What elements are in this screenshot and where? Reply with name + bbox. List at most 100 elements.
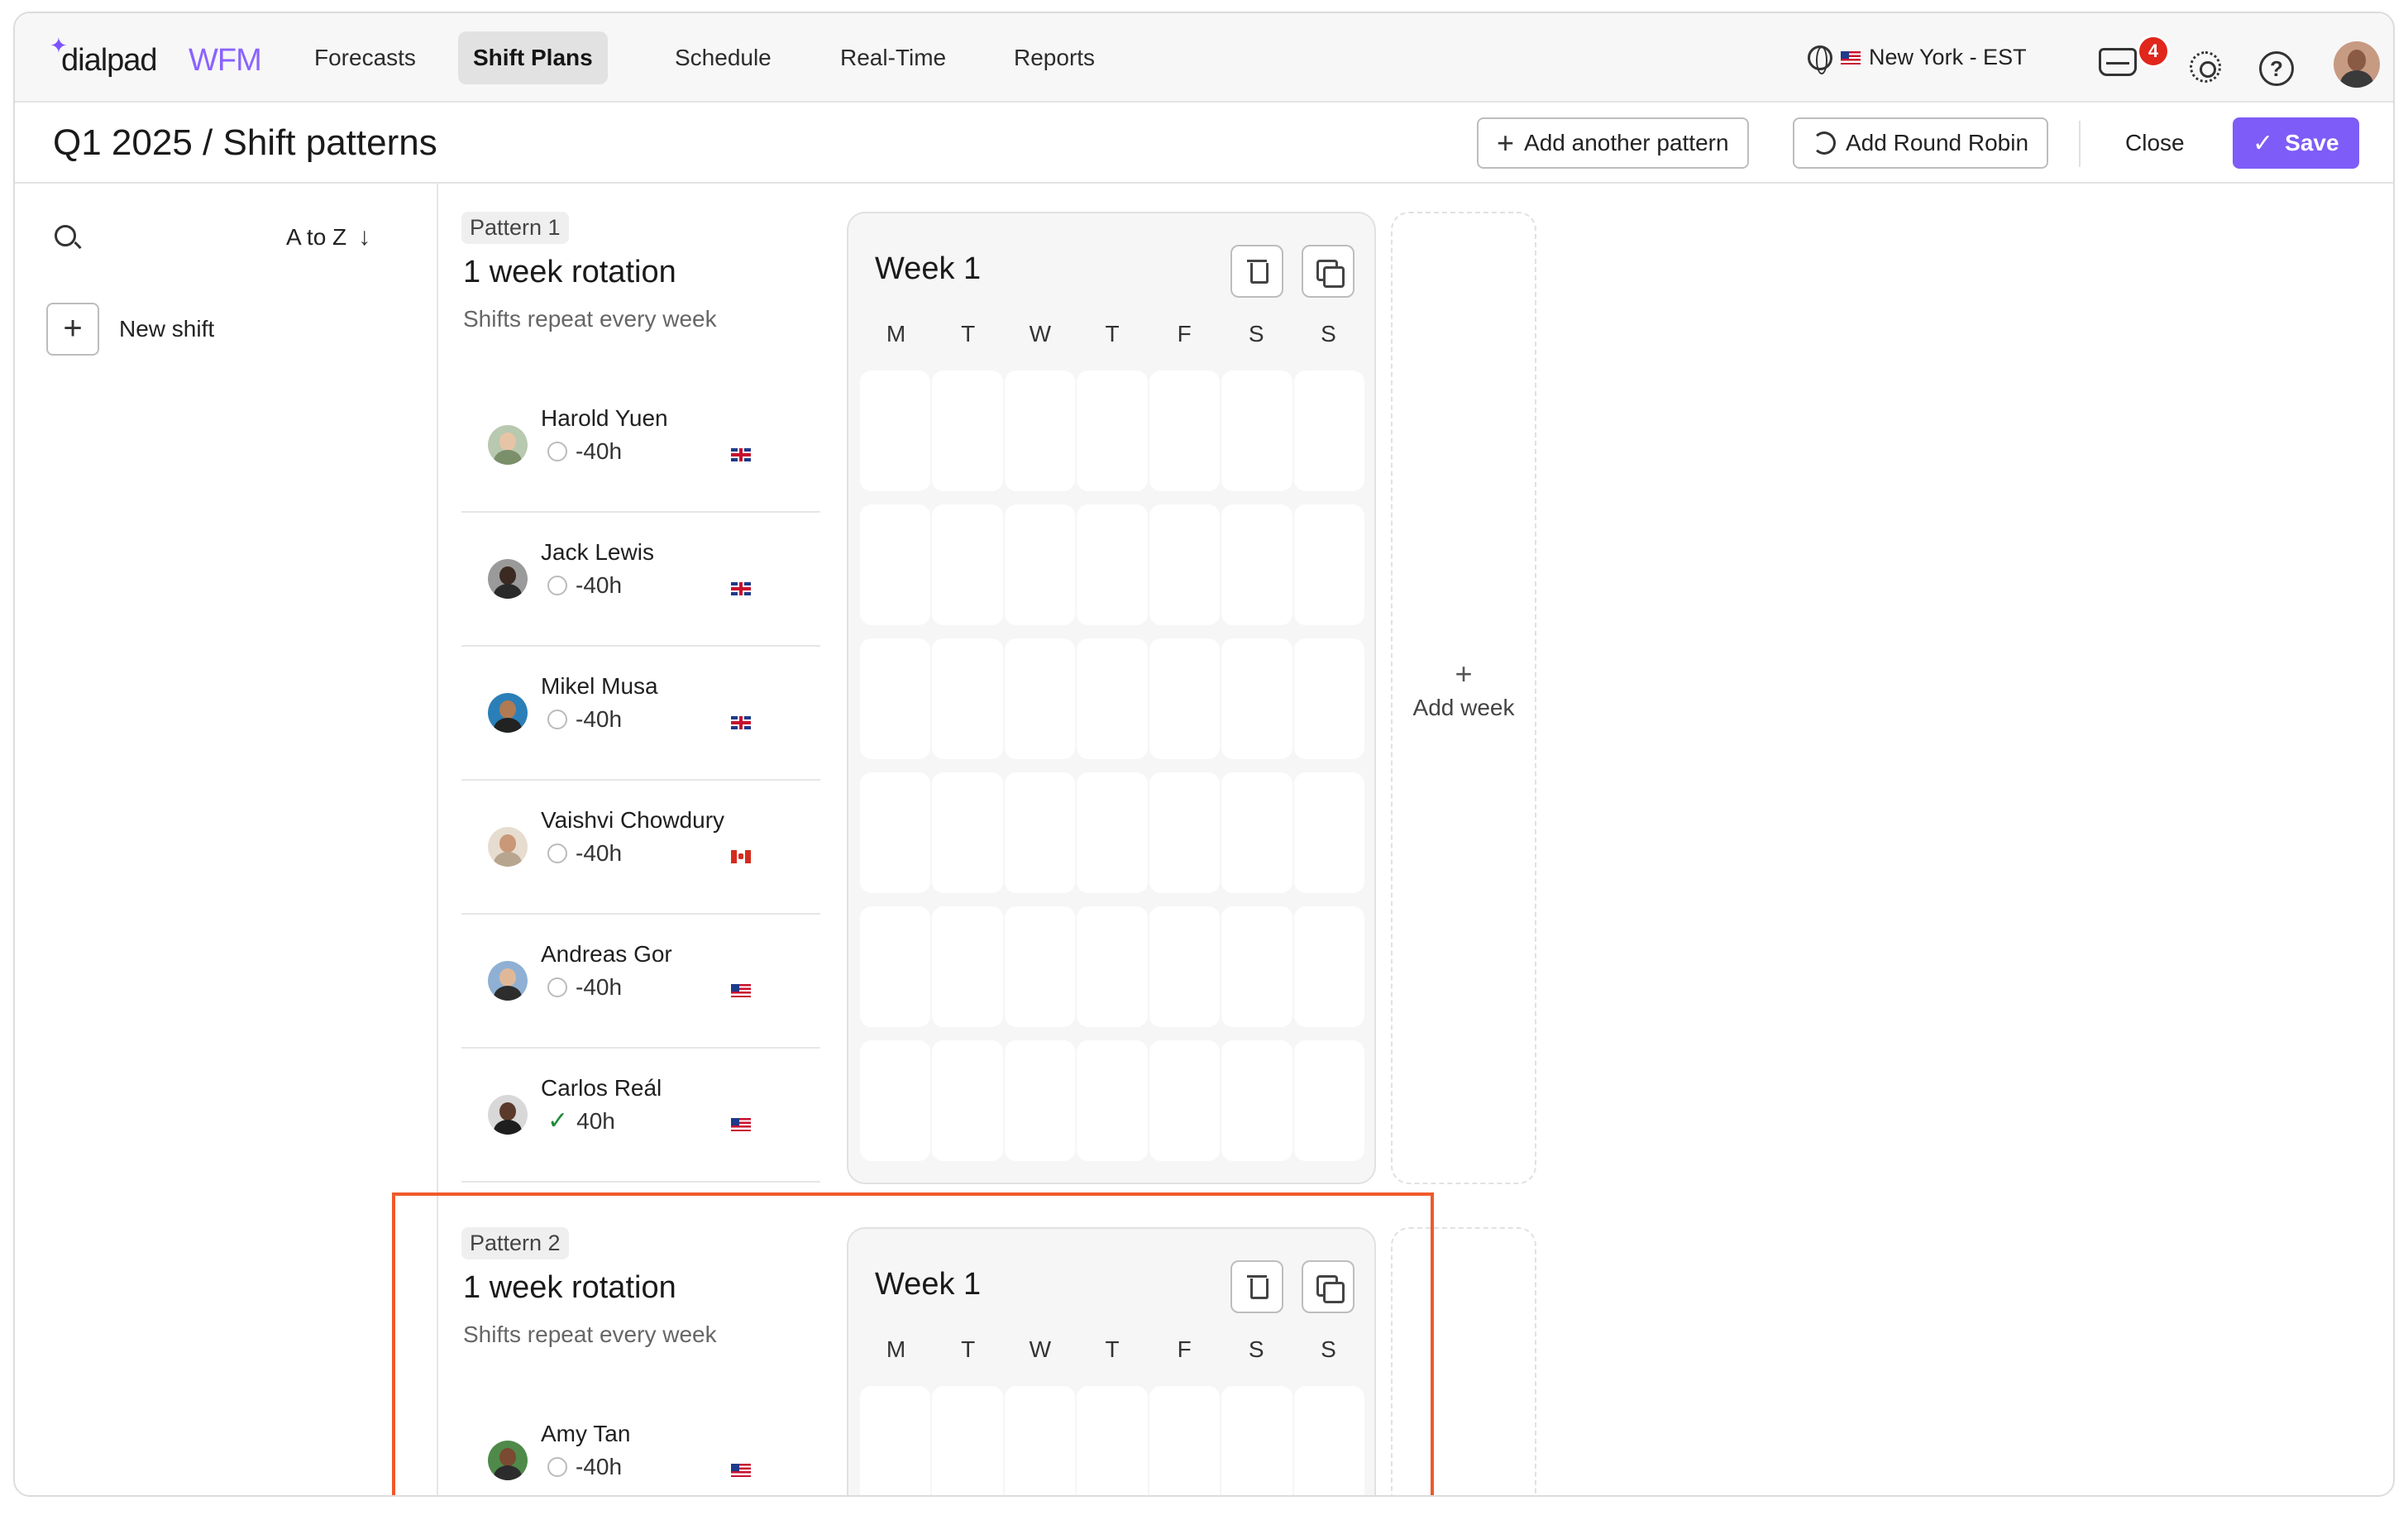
- shift-cell[interactable]: [1221, 1386, 1292, 1495]
- shift-cell[interactable]: [860, 370, 931, 491]
- hours-value: -40h: [576, 840, 623, 866]
- shift-cell[interactable]: [932, 1386, 1003, 1495]
- shift-cell[interactable]: [1293, 772, 1364, 893]
- shift-cell[interactable]: [1293, 638, 1364, 759]
- search-icon[interactable]: [55, 225, 76, 246]
- uk-flag-icon: [731, 582, 751, 595]
- shift-cell[interactable]: [932, 370, 1003, 491]
- shift-cell[interactable]: [932, 772, 1003, 893]
- shift-cell[interactable]: [932, 504, 1003, 625]
- shift-cell[interactable]: [860, 772, 931, 893]
- copy-icon[interactable]: [1302, 1260, 1354, 1313]
- shift-cell[interactable]: [1077, 1386, 1148, 1495]
- shift-cell[interactable]: [1149, 638, 1221, 759]
- shift-cell[interactable]: [1293, 906, 1364, 1027]
- tab-forecasts[interactable]: Forecasts: [299, 31, 431, 84]
- shift-cell[interactable]: [1221, 1040, 1292, 1161]
- agent-hours: -40h: [547, 1454, 622, 1480]
- shift-cell[interactable]: [1077, 370, 1148, 491]
- tab-schedule[interactable]: Schedule: [660, 31, 786, 84]
- add-round-robin-label: Add Round Robin: [1846, 130, 2029, 155]
- add-week-button[interactable]: [1391, 1227, 1536, 1495]
- notification-badge: 4: [2137, 35, 2170, 68]
- shift-cell[interactable]: [1149, 1386, 1221, 1495]
- tab-shift-plans[interactable]: Shift Plans: [458, 31, 608, 84]
- close-button[interactable]: Close: [2125, 117, 2185, 169]
- shift-cell[interactable]: [1221, 906, 1292, 1027]
- hours-value: -40h: [576, 706, 623, 732]
- add-round-robin-button[interactable]: Add Round Robin: [1793, 117, 2049, 169]
- shift-cell[interactable]: [1149, 772, 1221, 893]
- shift-cell[interactable]: [860, 638, 931, 759]
- shift-cell[interactable]: [860, 906, 931, 1027]
- shift-cell[interactable]: [860, 1386, 931, 1495]
- shift-cell[interactable]: [1221, 370, 1292, 491]
- agent-row[interactable]: Carlos Reál ✓ 40h: [461, 1049, 820, 1183]
- shift-cell[interactable]: [1077, 504, 1148, 625]
- shift-cell[interactable]: [860, 1040, 931, 1161]
- day-label: T: [1105, 1336, 1120, 1362]
- shift-cell[interactable]: [1004, 772, 1076, 893]
- agent-name: Harold Yuen: [541, 405, 668, 431]
- logo-suffix: WFM: [189, 43, 262, 78]
- new-shift-button[interactable]: + New shift: [46, 303, 214, 356]
- agent-row[interactable]: Mikel Musa -40h: [461, 647, 820, 781]
- trash-icon[interactable]: [1230, 1260, 1283, 1313]
- check-icon: ✓: [547, 1107, 569, 1135]
- shift-cell[interactable]: [1004, 370, 1076, 491]
- shift-cell[interactable]: [1004, 906, 1076, 1027]
- tab-reports[interactable]: Reports: [999, 31, 1110, 84]
- shift-cell[interactable]: [1077, 772, 1148, 893]
- tab-real-time[interactable]: Real-Time: [825, 31, 961, 84]
- shift-cell[interactable]: [1149, 504, 1221, 625]
- avatar: [488, 693, 528, 733]
- shift-cell[interactable]: [1077, 1040, 1148, 1161]
- shift-cell[interactable]: [932, 638, 1003, 759]
- day-label: T: [961, 1336, 976, 1362]
- shift-cell[interactable]: [932, 1040, 1003, 1161]
- shift-cell[interactable]: [1221, 504, 1292, 625]
- shift-cell[interactable]: [1004, 1386, 1076, 1495]
- shift-cell[interactable]: [1004, 1040, 1076, 1161]
- agent-row[interactable]: Amy Tan -40h: [461, 1394, 820, 1495]
- shift-cell[interactable]: [860, 504, 931, 625]
- shift-cell[interactable]: [1149, 906, 1221, 1027]
- shift-cell[interactable]: [1293, 1386, 1364, 1495]
- shift-cell[interactable]: [1293, 370, 1364, 491]
- canada-flag-icon: [731, 850, 751, 863]
- timezone-selector[interactable]: New York - EST: [1808, 45, 2027, 74]
- shift-cell[interactable]: [1077, 638, 1148, 759]
- shift-cell[interactable]: [1293, 504, 1364, 625]
- shift-cell-row: [860, 504, 1364, 625]
- agent-row[interactable]: Harold Yuen -40h: [461, 379, 820, 513]
- shift-cell[interactable]: [1149, 370, 1221, 491]
- help-icon[interactable]: ?: [2259, 51, 2294, 86]
- agent-row[interactable]: Jack Lewis -40h: [461, 513, 820, 647]
- trash-icon[interactable]: [1230, 245, 1283, 298]
- inbox-icon[interactable]: [2099, 48, 2137, 76]
- shift-cell[interactable]: [1149, 1040, 1221, 1161]
- uk-flag-icon: [731, 716, 751, 729]
- status-circle-icon: [547, 576, 567, 595]
- copy-icon[interactable]: [1302, 245, 1354, 298]
- shift-cell[interactable]: [1077, 906, 1148, 1027]
- plus-icon: +: [1455, 657, 1473, 691]
- sort-toggle[interactable]: A to Z ↓: [286, 223, 370, 251]
- user-avatar[interactable]: [2334, 41, 2380, 88]
- page-title: Q1 2025 / Shift patterns: [53, 122, 437, 163]
- add-another-pattern-button[interactable]: + Add another pattern: [1477, 117, 1749, 169]
- shift-cell[interactable]: [1293, 1040, 1364, 1161]
- shift-cell[interactable]: [932, 906, 1003, 1027]
- status-circle-icon: [547, 1457, 567, 1477]
- add-week-button[interactable]: + Add week: [1391, 212, 1536, 1184]
- day-header-row: M T W T F S S: [860, 1336, 1364, 1363]
- shift-cell[interactable]: [1221, 638, 1292, 759]
- shift-cell[interactable]: [1004, 638, 1076, 759]
- agent-row[interactable]: Andreas Gor -40h: [461, 915, 820, 1049]
- hours-value: 40h: [576, 1108, 615, 1134]
- gear-icon[interactable]: [2190, 51, 2221, 83]
- shift-cell[interactable]: [1221, 772, 1292, 893]
- agent-row[interactable]: Vaishvi Chowdury -40h: [461, 781, 820, 915]
- shift-cell[interactable]: [1004, 504, 1076, 625]
- save-button[interactable]: ✓ Save: [2233, 117, 2359, 169]
